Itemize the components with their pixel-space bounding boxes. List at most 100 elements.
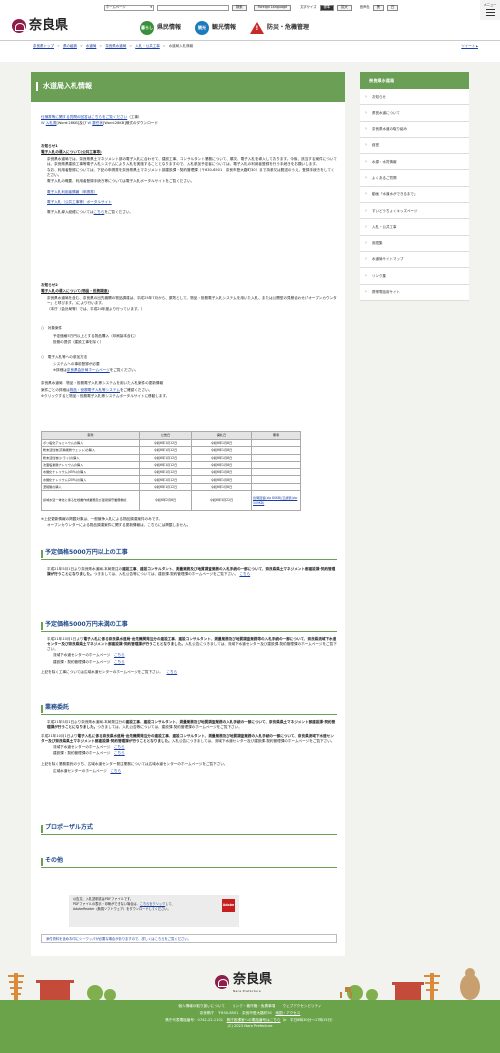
pdf-note-3: AdobeReader（無償ソフトウェア）をダウンロードしてください。 bbox=[73, 906, 171, 911]
s2-other-link[interactable]: こちら bbox=[166, 670, 177, 674]
sidebar: 奈良県水道局 お知らせ 県営水道について 奈良県水道の取り組み 経営 水源・水質… bbox=[360, 72, 469, 301]
cell-item[interactable]: ポリ塩化アルミニウムの購入 bbox=[41, 438, 140, 448]
text-size-label: 文字サイズ bbox=[300, 5, 317, 10]
qa-suffix: （工事） bbox=[127, 115, 142, 119]
method-b: ※詳細は bbox=[53, 368, 67, 373]
cell-date: 令和6年1月12日 bbox=[139, 446, 192, 455]
notice1-label: お知らせ1 bbox=[41, 144, 58, 148]
e-bid-portal-link[interactable]: 電子入札（公共工事等）ポータルサイト bbox=[47, 200, 112, 204]
access-link[interactable]: 地図・アクセス bbox=[275, 1011, 300, 1015]
text-size-large-button[interactable]: 拡大 bbox=[337, 4, 352, 11]
sidebar-item[interactable]: 奈良県水道の取り組み bbox=[360, 121, 469, 138]
accounting-bureau-link[interactable]: 奈良県会計局ホームページ bbox=[67, 368, 110, 372]
menu-button[interactable]: メニュー bbox=[480, 0, 500, 20]
bid-form-link[interactable]: 入札書 bbox=[46, 121, 57, 125]
sidebar-item[interactable]: 経営 bbox=[360, 137, 469, 155]
tweet-link[interactable]: ツイート bbox=[461, 44, 478, 49]
cell-date: 令和6年1月8日 bbox=[191, 460, 252, 470]
main-content: 水道局入札情報 仕様書等に関する質問の回答はこちらをご覧ください（工事） W 入… bbox=[31, 72, 345, 956]
qa-link[interactable]: 仕様書等に関する質問の回答はこちらをご覧ください bbox=[41, 115, 127, 119]
cell-item[interactable]: 粉末活性炭(高精能粉ウェット)の購入 bbox=[41, 446, 140, 455]
goods-system-link[interactable]: 物品・役務電子入札等システム bbox=[70, 388, 120, 392]
cell-item[interactable]: 濃硫酸の購入 bbox=[41, 482, 140, 492]
update-info: 奈良県水道局 物品・役務電子入札等システムを用いた入札案件の更新情報 bbox=[41, 381, 164, 386]
search-input[interactable] bbox=[157, 4, 229, 11]
site-logo[interactable]: 奈良県 bbox=[12, 17, 68, 35]
s2-center-link[interactable]: こちら bbox=[114, 653, 125, 657]
cell-note bbox=[251, 460, 301, 470]
foreign-language-button[interactable]: Foreign Language bbox=[253, 4, 292, 11]
s2-text: 平成21年10月1日より bbox=[47, 637, 84, 641]
breadcrumb-item[interactable]: 奈良県トップ bbox=[33, 44, 54, 49]
footer-logo[interactable]: 奈良県 Nara Prefecture bbox=[215, 971, 272, 993]
footer-hours: （b 平日8時30分〜17時15分） bbox=[280, 1017, 335, 1022]
cell-note-link[interactable]: 質問回答(zip 80KB)/正誤表(zip 509KB) bbox=[251, 490, 301, 512]
sidebar-item[interactable]: 携帯電話用サイト bbox=[360, 284, 469, 301]
cell-item[interactable]: 水酸化ナトリウム(20%)の購入 bbox=[41, 475, 140, 484]
cell-date: 令和6年1月8日 bbox=[191, 453, 252, 462]
sidebar-item[interactable]: 水道局サイトマップ bbox=[360, 251, 469, 269]
registration-form-link[interactable]: 電子入札利用者情報（申請書） bbox=[47, 190, 97, 194]
nav-kanko[interactable]: 観光 観光情報 bbox=[195, 21, 236, 35]
breadcrumb-item[interactable]: 県の組織 bbox=[63, 44, 77, 49]
color-white-button[interactable]: 白 bbox=[386, 4, 399, 11]
nav-kurashi[interactable]: 暮らし 県民情報 bbox=[140, 21, 181, 35]
cell-date: 令和6年1月8日 bbox=[191, 446, 252, 455]
footer-links[interactable]: 個人情報の取り扱いについて リンク・著作権・免責事項 ウェブアクセシビリティ bbox=[0, 1003, 500, 1010]
breadcrumb-item[interactable]: 奈良県水道局 bbox=[105, 44, 126, 49]
search-scope-select[interactable]: ホームページ ▾ bbox=[104, 4, 154, 11]
cell-date: 令和6年1月8日 bbox=[191, 482, 252, 492]
col-header: 開札日 bbox=[191, 431, 252, 440]
adobe-download-link[interactable]: こちらをクリック bbox=[140, 902, 166, 906]
cell-note bbox=[251, 453, 301, 462]
dept-tel-link[interactable]: 県庁各課室への電話番号はこちら bbox=[227, 1018, 281, 1022]
s3-kouiki: 広域水道センターのホームページ bbox=[53, 768, 107, 773]
sidebar-item[interactable]: すいどうちょくキッズページ bbox=[360, 203, 469, 220]
sidebar-item[interactable]: 入札・公共工事 bbox=[360, 219, 469, 236]
table-notes: ※上記更新情報の掲載対象は、一般競争入札による物品調達案件のみです。 オープンカ… bbox=[41, 517, 337, 530]
cell-note bbox=[251, 446, 301, 455]
s1-text2: つきましては、入札公告等については、建設課-契約管理課のホームページをご覧下さい… bbox=[93, 571, 239, 576]
chevron-down-icon: ▾ bbox=[150, 5, 152, 10]
text-size-standard-button[interactable]: 標準 bbox=[319, 4, 335, 11]
sidebar-item[interactable]: 用語集 bbox=[360, 235, 469, 252]
cell-item[interactable]: 水酸化ナトリウム(45%)の購入 bbox=[41, 468, 140, 477]
sidebar-item[interactable]: リンク集 bbox=[360, 268, 469, 285]
adobe-reader-icon[interactable]: Adobe bbox=[222, 899, 235, 912]
proxy-form-link[interactable]: 委任状 bbox=[92, 121, 103, 125]
cell-date: 令和6年2月6日 bbox=[139, 490, 192, 512]
site-logo-text: 奈良県 bbox=[29, 18, 69, 33]
s1-link[interactable]: こちら bbox=[239, 572, 250, 576]
section-under50m: 平成21年10月1日より電子入札に係る奈良県水道局-出先機関発注分の建設工事、建… bbox=[41, 637, 337, 677]
s3-kouiki-link[interactable]: こちら bbox=[110, 769, 121, 773]
color-black-button[interactable]: 黒 bbox=[372, 4, 384, 11]
sidebar-item[interactable]: 動画「水道水ができるまで」 bbox=[360, 186, 469, 204]
footer-logo-sub: Nara Prefecture bbox=[233, 988, 262, 993]
history-text: 電子入札導入経緯については bbox=[47, 209, 94, 214]
breadcrumb-item[interactable]: 水道局 bbox=[86, 44, 97, 49]
cell-item[interactable]: 粉末活性炭(ドライ)の購入 bbox=[41, 453, 140, 462]
sidebar-item[interactable]: 水源・水質情報 bbox=[360, 154, 469, 171]
s3-center-link[interactable]: こちら bbox=[114, 745, 125, 749]
sidebar-heading[interactable]: 奈良県水道局 bbox=[360, 72, 469, 89]
s3-kensetsu-link[interactable]: こちら bbox=[114, 751, 125, 755]
cell-item[interactable]: 県域水道一体化に係る仕様書作成業務及び運用保守業務委託 bbox=[41, 490, 140, 512]
footer: 奈良県 Nara Prefecture 個人情報の取り扱いについて リンク・著作権… bbox=[0, 965, 500, 1053]
footer-logo-text: 奈良県 bbox=[233, 972, 273, 987]
footer-address: 奈良県庁 〒630-8501 奈良市登大路町30 bbox=[199, 1010, 276, 1015]
nav-bosai[interactable]: 防災・危機管理 bbox=[250, 22, 309, 34]
cell-item[interactable]: 次亜塩素酸ナトリウムの購入 bbox=[41, 460, 140, 470]
cell-date: 令和6年1月12日 bbox=[139, 482, 192, 492]
s3-text: 平成21年5月1日より奈良県水道局-本局発注分の bbox=[47, 720, 126, 724]
sidebar-item[interactable]: よくあるご質問 bbox=[360, 170, 469, 187]
attachment-help-link[interactable]: 添付資料を含めお印にシーワッパが必要な場合がありますので、詳しくはこちらをご覧く… bbox=[41, 934, 337, 943]
search-button[interactable]: 検索 bbox=[232, 4, 247, 11]
sidebar-item[interactable]: お知らせ bbox=[360, 89, 469, 106]
breadcrumb-item[interactable]: 入札・公共工事 bbox=[135, 44, 160, 49]
s3-other: 上記を除く業務委託のうち、広域水道センター発注業務については広域水道センターのホ… bbox=[41, 762, 228, 767]
history-link[interactable]: こちら bbox=[94, 210, 105, 214]
col-header: 備考 bbox=[251, 431, 301, 440]
s2-kensetsu-link[interactable]: こちら bbox=[114, 660, 125, 664]
sidebar-item[interactable]: 県営水道について bbox=[360, 105, 469, 122]
update-note: ※クリックすると物品・役務電子入札等システムポータルサイトに移動します。 bbox=[41, 394, 170, 399]
